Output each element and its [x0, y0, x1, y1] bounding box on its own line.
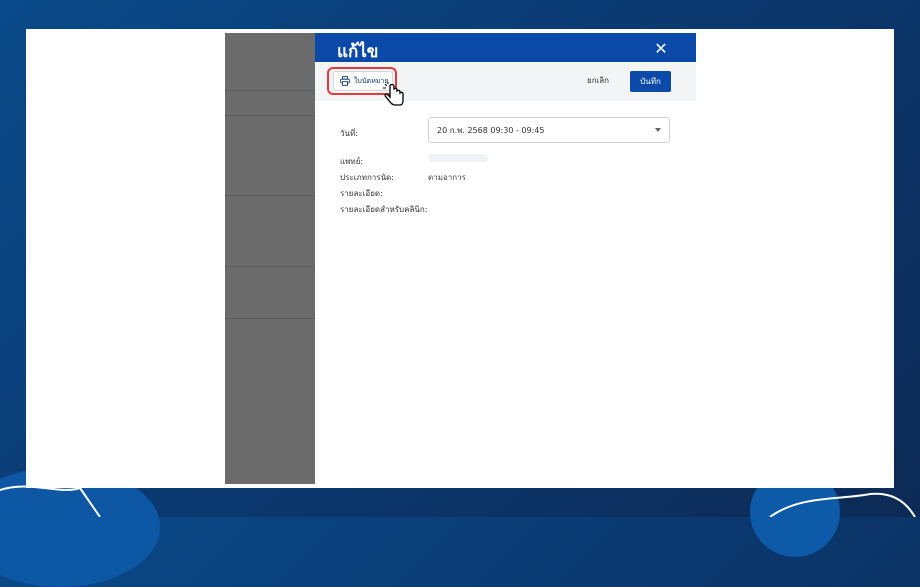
dialog-toolbar: ใบนัดหมาย ยกเลิก บันทึก [315, 62, 696, 106]
save-button[interactable]: บันทึก [630, 71, 671, 92]
date-value: 20 ก.พ. 2568 09:30 - 09:45 [437, 125, 545, 135]
overlay-row-divider [225, 195, 315, 196]
dialog-header: แก้ไข ✕ [315, 33, 696, 62]
screen-canvas: แก้ไข ✕ ใบนัดหมาย ยกเลิก บันทึก วันที่: … [26, 29, 894, 488]
date-label: วันที่: [340, 129, 358, 138]
overlay-row-divider [225, 90, 315, 91]
details-label: รายละเอียด: [340, 189, 383, 198]
overlay-row-divider [225, 115, 315, 116]
dialog-title: แก้ไข [337, 42, 379, 62]
background-overlay-panel [225, 33, 315, 484]
edit-dialog: แก้ไข ✕ ใบนัดหมาย ยกเลิก บันทึก วันที่: … [315, 33, 696, 484]
clinic-details-label: รายละเอียดสำหรับคลินิก: [340, 205, 428, 214]
overlay-row-divider [225, 318, 315, 319]
doctor-label: แพทย์: [340, 157, 364, 166]
doctor-value-redacted [428, 154, 488, 162]
close-button[interactable]: ✕ [652, 38, 670, 58]
chevron-down-icon [655, 128, 661, 132]
close-icon: ✕ [654, 38, 668, 58]
appointment-type-label: ประเภทการนัด: [340, 173, 394, 182]
appointment-type-value: ตามอาการ [428, 173, 466, 182]
date-select[interactable]: 20 ก.พ. 2568 09:30 - 09:45 [428, 117, 670, 143]
overlay-row-divider [225, 266, 315, 267]
cancel-button[interactable]: ยกเลิก [587, 74, 609, 87]
hand-cursor-icon [383, 82, 404, 106]
